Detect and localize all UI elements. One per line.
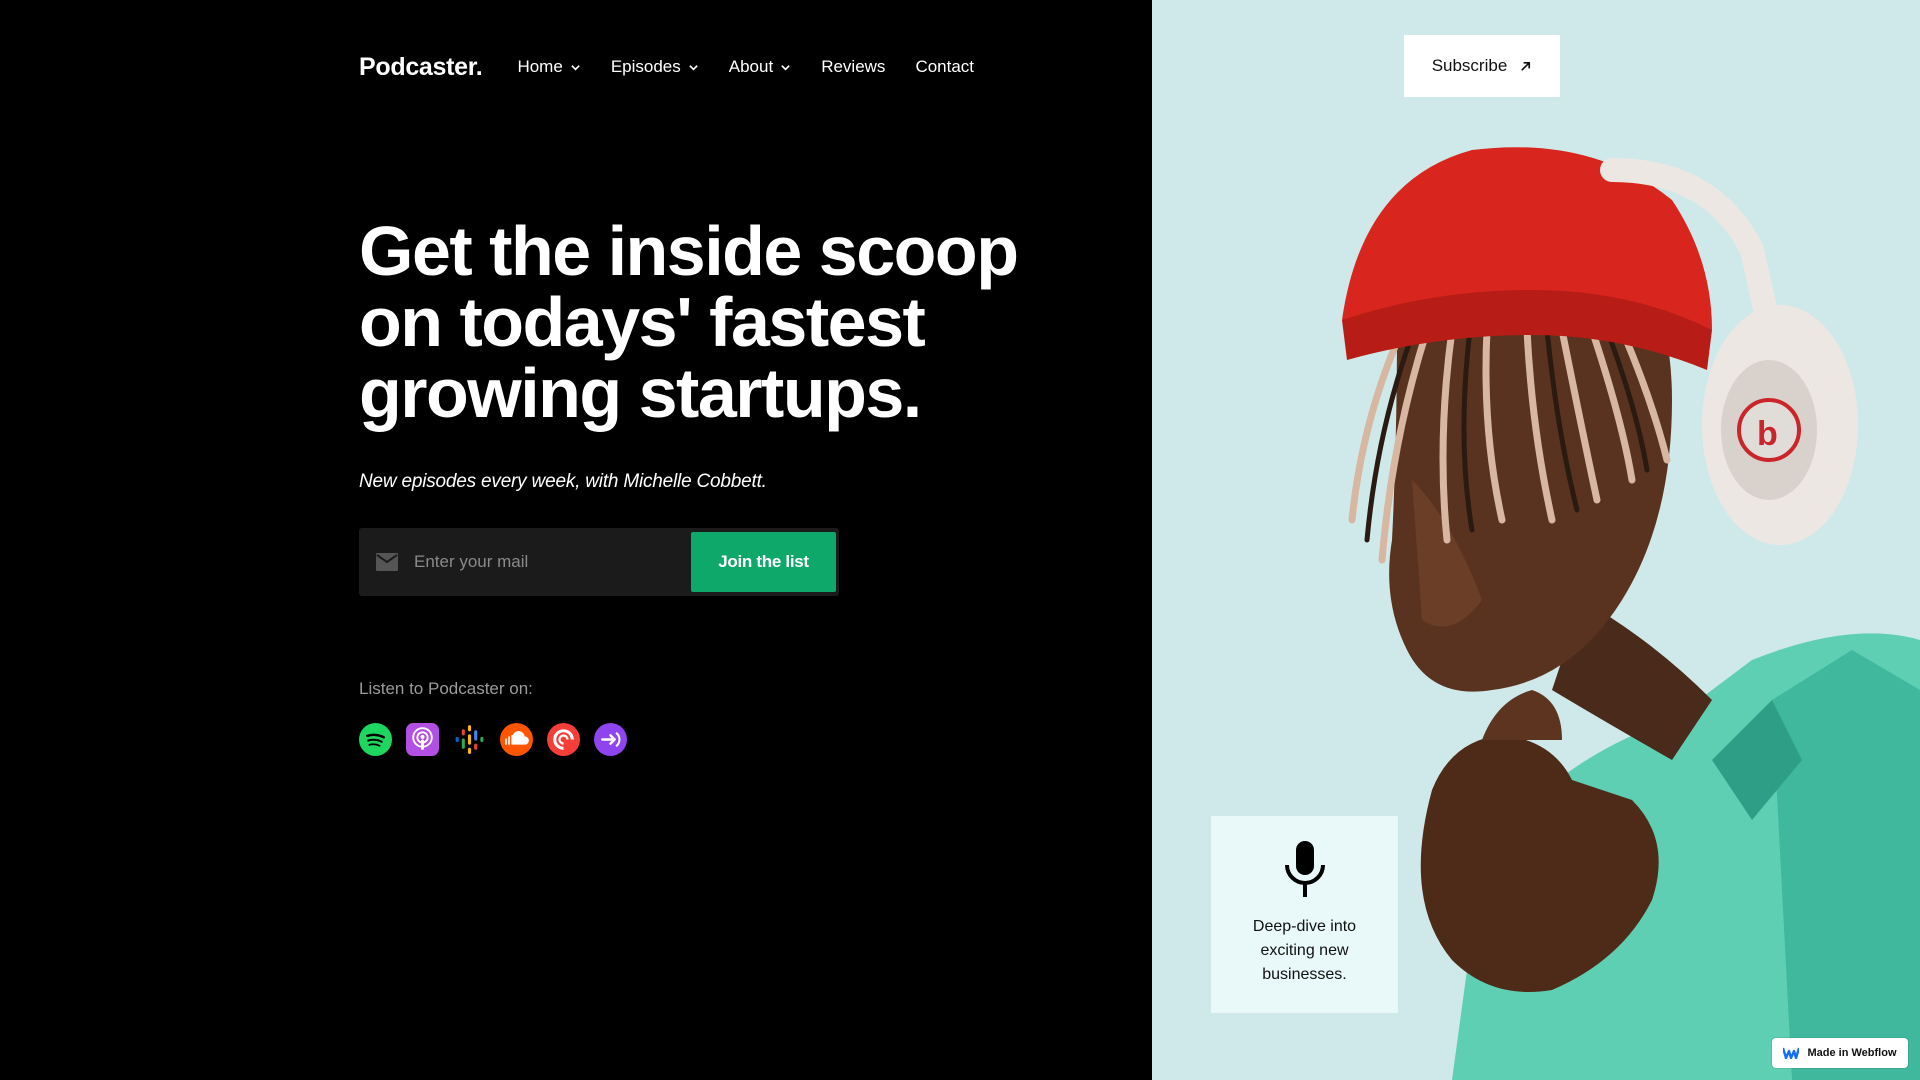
listen-label: Listen to Podcaster on: bbox=[359, 679, 533, 698]
nav-item-contact[interactable]: Contact bbox=[915, 57, 974, 77]
chevron-down-icon bbox=[781, 64, 790, 71]
main-nav: Podcaster. Home Episodes About Reviews C… bbox=[359, 50, 1004, 84]
webflow-icon bbox=[1783, 1047, 1800, 1059]
castbox-icon[interactable] bbox=[594, 723, 627, 756]
brand-logo[interactable]: Podcaster. bbox=[359, 53, 483, 82]
nav-item-episodes[interactable]: Episodes bbox=[611, 57, 699, 77]
platform-links bbox=[359, 723, 641, 756]
hero-subtitle: New episodes every week, with Michelle C… bbox=[359, 471, 767, 492]
google-podcasts-icon[interactable] bbox=[453, 723, 486, 756]
pocket-casts-icon[interactable] bbox=[547, 723, 580, 756]
hero-title-line: Get the inside scoop bbox=[359, 212, 1019, 290]
nav-item-label: Episodes bbox=[610, 57, 681, 76]
visual-panel: b Subscribe Deep-dive into exciting new … bbox=[1152, 0, 1920, 1080]
feature-card-text: Deep-dive into exciting new businesses. bbox=[1252, 918, 1357, 983]
spotify-icon[interactable] bbox=[359, 723, 392, 756]
svg-text:b: b bbox=[1757, 415, 1778, 453]
hero-title: Get the inside scoop on todays' fastest … bbox=[359, 216, 1039, 429]
nav-item-label: Reviews bbox=[821, 57, 886, 76]
badge-label: Made in Webflow bbox=[1807, 1047, 1897, 1059]
subscribe-label: Subscribe bbox=[1431, 56, 1508, 75]
feature-card: Deep-dive into exciting new businesses. bbox=[1211, 816, 1398, 1013]
chevron-down-icon bbox=[571, 64, 580, 71]
nav-item-reviews[interactable]: Reviews bbox=[821, 57, 885, 77]
apple-podcasts-icon[interactable] bbox=[406, 723, 439, 756]
chevron-down-icon bbox=[688, 64, 698, 71]
nav-item-about[interactable]: About bbox=[729, 57, 791, 77]
email-input[interactable] bbox=[414, 552, 684, 572]
nav-item-label: Contact bbox=[915, 57, 975, 76]
join-list-button[interactable]: Join the list bbox=[691, 532, 836, 592]
hero-title-line: on todays' fastest bbox=[359, 283, 926, 361]
hero-panel: Podcaster. Home Episodes About Reviews C… bbox=[0, 0, 1152, 1080]
hero-title-line: growing startups. bbox=[359, 354, 922, 432]
microphone-icon bbox=[1284, 841, 1325, 897]
signup-form: Join the list bbox=[359, 528, 839, 596]
nav-item-home[interactable]: Home bbox=[517, 57, 580, 77]
made-in-webflow-badge[interactable]: Made in Webflow bbox=[1772, 1038, 1908, 1068]
soundcloud-icon[interactable] bbox=[500, 723, 533, 756]
nav-item-label: About bbox=[728, 57, 774, 76]
nav-item-label: Home bbox=[517, 57, 563, 76]
mail-icon bbox=[376, 553, 398, 571]
subscribe-button[interactable]: Subscribe bbox=[1404, 35, 1560, 97]
arrow-up-right-icon bbox=[1521, 61, 1531, 71]
